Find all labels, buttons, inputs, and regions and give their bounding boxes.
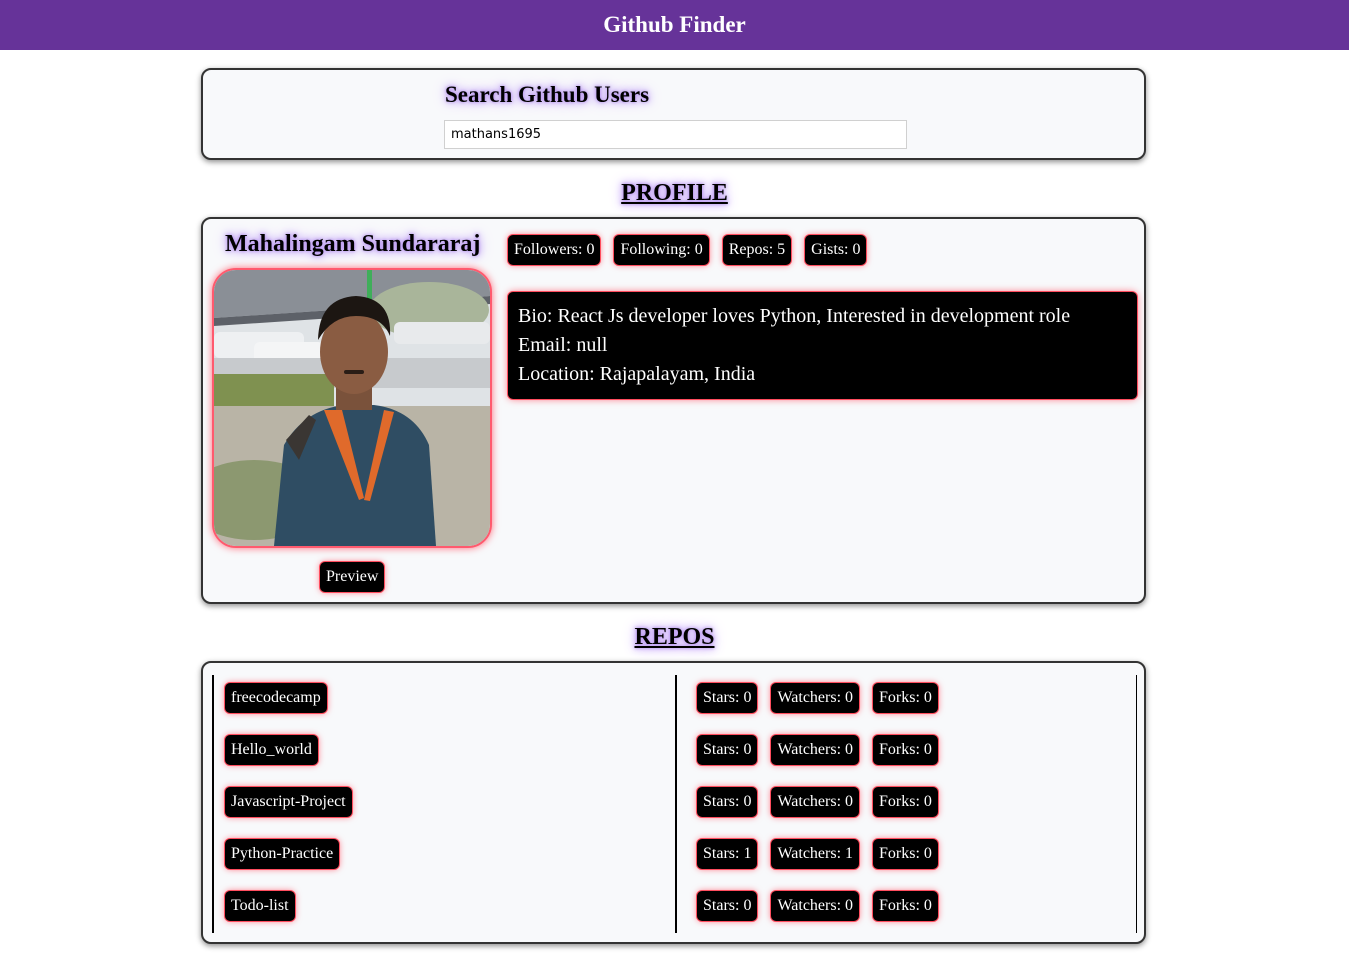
user-name: Mahalingam Sundararaj: [225, 231, 481, 257]
email-text: Email: null: [518, 334, 608, 356]
repo-link-hello-world[interactable]: Hello_world: [225, 735, 318, 765]
watchers-badge: Watchers: 0: [771, 787, 860, 817]
stars-badge: Stars: 0: [697, 683, 758, 713]
gists-badge: Gists: 0: [805, 235, 867, 265]
profile-heading: PROFILE: [621, 180, 728, 206]
profile-card: Mahalingam Sundararaj Preview Followers:…: [201, 217, 1146, 604]
column-divider-left: [212, 675, 214, 933]
stars-badge: Stars: 0: [697, 735, 758, 765]
search-title: Search Github Users: [445, 82, 650, 107]
repo-link-freecodecamp[interactable]: freecodecamp: [225, 683, 327, 713]
repo-stats-row: Stars: 0 Watchers: 0 Forks: 0: [697, 683, 938, 713]
bio-text: Bio: React Js developer loves Python, In…: [518, 305, 1071, 327]
repos-badge: Repos: 5: [722, 235, 792, 265]
navbar: Github Finder: [0, 0, 1349, 50]
forks-badge: Forks: 0: [873, 891, 938, 921]
watchers-badge: Watchers: 0: [771, 683, 860, 713]
column-divider-middle: [675, 675, 677, 933]
preview-button[interactable]: Preview: [320, 562, 385, 592]
profile-info: Bio: React Js developer loves Python, In…: [508, 292, 1137, 399]
repo-link-javascript-project[interactable]: Javascript-Project: [225, 787, 352, 817]
column-divider-right: [1136, 675, 1137, 933]
stars-badge: Stars: 1: [697, 839, 758, 869]
forks-badge: Forks: 0: [873, 735, 938, 765]
repo-link-todo-list[interactable]: Todo-list: [225, 891, 295, 921]
app-title: Github Finder: [603, 12, 746, 37]
repo-stats-row: Stars: 0 Watchers: 0 Forks: 0: [697, 787, 938, 817]
repo-stats-row: Stars: 0 Watchers: 0 Forks: 0: [697, 735, 938, 765]
search-card: Search Github Users: [201, 68, 1146, 160]
following-badge: Following: 0: [614, 235, 709, 265]
stars-badge: Stars: 0: [697, 891, 758, 921]
watchers-badge: Watchers: 0: [771, 891, 860, 921]
forks-badge: Forks: 0: [873, 683, 938, 713]
repo-stats-row: Stars: 1 Watchers: 1 Forks: 0: [697, 839, 938, 869]
stars-badge: Stars: 0: [697, 787, 758, 817]
repo-stats-row: Stars: 0 Watchers: 0 Forks: 0: [697, 891, 938, 921]
repo-link-python-practice[interactable]: Python-Practice: [225, 839, 340, 869]
search-input[interactable]: [444, 120, 907, 149]
watchers-badge: Watchers: 1: [771, 839, 860, 869]
repos-heading: REPOS: [634, 624, 715, 650]
forks-badge: Forks: 0: [873, 839, 938, 869]
forks-badge: Forks: 0: [873, 787, 938, 817]
profile-stats: Followers: 0 Following: 0 Repos: 5 Gists…: [508, 235, 867, 265]
avatar: [212, 268, 492, 548]
user-photo-icon: [214, 270, 490, 546]
repos-card: freecodecamp Stars: 0 Watchers: 0 Forks:…: [201, 661, 1146, 944]
watchers-badge: Watchers: 0: [771, 735, 860, 765]
followers-badge: Followers: 0: [508, 235, 601, 265]
location-text: Location: Rajapalayam, India: [518, 363, 756, 385]
